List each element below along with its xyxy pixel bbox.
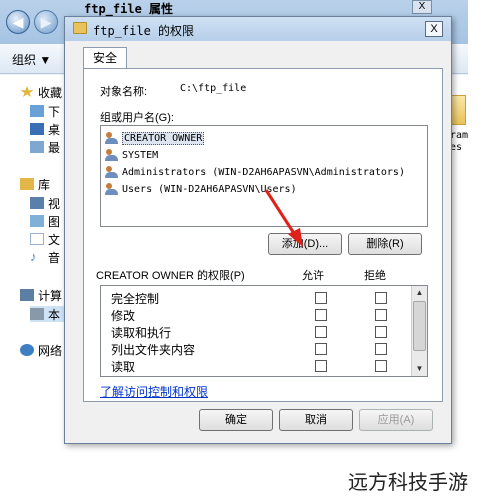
user-group-icon	[105, 132, 119, 144]
folder-icon	[73, 22, 87, 34]
dialog-titlebar: ftp_file 的权限 X	[65, 17, 451, 41]
remove-button[interactable]: 删除(R)	[348, 233, 422, 255]
forward-arrow-icon[interactable]: ▶	[34, 10, 58, 34]
deny-checkbox[interactable]	[375, 326, 387, 338]
picture-icon	[30, 215, 44, 227]
permission-row: 读取和执行	[111, 324, 411, 340]
network-icon	[20, 344, 34, 356]
star-icon	[20, 86, 34, 97]
users-list[interactable]: CREATOR OWNER SYSTEM Administrators (WIN…	[100, 125, 428, 227]
allow-checkbox[interactable]	[315, 360, 327, 372]
allow-checkbox[interactable]	[315, 292, 327, 304]
download-folder-icon	[30, 105, 44, 117]
organize-menu[interactable]: 组织 ▼	[12, 51, 51, 68]
permissions-header: CREATOR OWNER 的权限(P)	[96, 270, 245, 282]
deny-column-header: 拒绝	[364, 270, 386, 282]
watermark-text: 远方科技手游	[348, 470, 468, 494]
user-group-icon	[105, 183, 119, 195]
allow-checkbox[interactable]	[315, 343, 327, 355]
nav-item-libraries[interactable]: 库	[20, 176, 50, 192]
document-icon	[30, 233, 44, 245]
nav-item-pictures[interactable]: 图	[30, 213, 60, 229]
access-control-help-link[interactable]: 了解访问控制和权限	[100, 383, 208, 400]
nav-item-favorites[interactable]: 收藏	[20, 84, 62, 100]
explorer-close-button[interactable]: X	[412, 0, 432, 14]
nav-item-downloads[interactable]: 下	[30, 103, 60, 119]
recent-icon	[30, 141, 44, 153]
nav-item-network[interactable]: 网络	[20, 342, 62, 358]
ok-button[interactable]: 确定	[199, 409, 273, 431]
tab-security[interactable]: 安全	[83, 47, 127, 69]
user-row[interactable]: Administrators (WIN-D2AH6APASVN\Administ…	[105, 164, 405, 180]
user-row[interactable]: SYSTEM	[105, 147, 158, 163]
object-name-value: C:\ftp_file	[180, 83, 247, 94]
back-arrow-icon[interactable]: ◀	[6, 10, 30, 34]
deny-checkbox[interactable]	[375, 292, 387, 304]
music-icon: ♪	[30, 249, 37, 264]
user-group-icon	[105, 166, 119, 178]
drive-icon	[30, 308, 44, 320]
add-button[interactable]: 添加(D)...	[268, 233, 342, 255]
security-tab-panel: 对象名称: C:\ftp_file 组或用户名(G): CREATOR OWNE…	[83, 68, 443, 402]
object-name-label: 对象名称:	[100, 86, 148, 98]
allow-checkbox[interactable]	[315, 326, 327, 338]
nav-item-music[interactable]: ♪ 音	[30, 249, 60, 265]
user-group-icon	[105, 149, 119, 161]
scroll-up-icon[interactable]: ▲	[412, 286, 427, 300]
computer-icon	[20, 289, 34, 301]
allow-column-header: 允许	[302, 270, 324, 282]
cancel-button[interactable]: 取消	[279, 409, 353, 431]
apply-button[interactable]: 应用(A)	[359, 409, 433, 431]
desktop-icon	[30, 123, 44, 135]
nav-item-computer[interactable]: 计算	[20, 287, 62, 303]
dialog-title: ftp_file 的权限	[93, 24, 195, 38]
scroll-down-icon[interactable]: ▼	[412, 362, 427, 376]
deny-checkbox[interactable]	[375, 309, 387, 321]
permission-row: 列出文件夹内容	[111, 341, 411, 357]
user-row[interactable]: CREATOR OWNER	[105, 130, 205, 146]
nav-item-desktop[interactable]: 桌	[30, 121, 60, 137]
nav-item-documents[interactable]: 文	[30, 231, 60, 247]
permission-row: 读取	[111, 358, 411, 374]
group-users-label: 组或用户名(G):	[100, 112, 174, 124]
nav-item-videos[interactable]: 视	[30, 195, 60, 211]
library-icon	[20, 178, 34, 190]
permission-row: 修改	[111, 307, 411, 323]
deny-checkbox[interactable]	[375, 343, 387, 355]
permissions-dialog: ftp_file 的权限 X 安全 对象名称: C:\ftp_file 组或用户…	[64, 16, 452, 444]
permission-row: 完全控制	[111, 290, 411, 306]
permissions-list: 完全控制 修改 读取和执行 列出文件夹内容 读取 ▲ ▼	[100, 285, 428, 377]
video-icon	[30, 197, 44, 209]
dialog-close-button[interactable]: X	[425, 21, 443, 37]
allow-checkbox[interactable]	[315, 309, 327, 321]
user-row[interactable]: Users (WIN-D2AH6APASVN\Users)	[105, 181, 297, 197]
nav-item-recent[interactable]: 最	[30, 139, 60, 155]
deny-checkbox[interactable]	[375, 360, 387, 372]
explorer-title: ftp_file 属性	[84, 2, 174, 16]
permissions-scrollbar[interactable]: ▲ ▼	[411, 286, 427, 376]
scroll-thumb[interactable]	[413, 301, 426, 351]
